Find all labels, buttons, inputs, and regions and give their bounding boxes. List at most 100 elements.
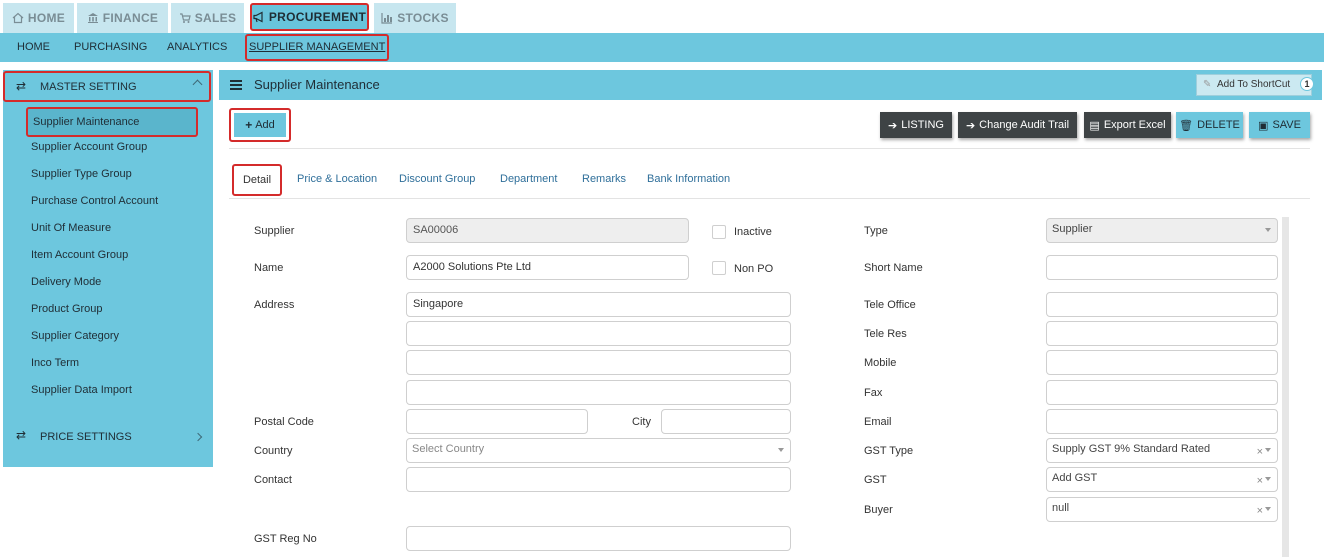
page-title: Supplier Maintenance [254,77,380,92]
country-select[interactable]: Select Country [406,438,791,463]
main-panel: Supplier Maintenance ✎ Add To ShortCut 1… [219,70,1322,557]
contact-field[interactable] [406,467,791,492]
shortcut-count-badge: 1 [1300,77,1314,91]
add-button-frame: + Add [229,108,291,142]
gst-select[interactable]: Add GST × [1046,467,1278,492]
buyer-label: Buyer [864,504,893,516]
subnav-home[interactable]: HOME [17,33,50,62]
postal-code-field[interactable] [406,409,588,434]
type-label: Type [864,225,888,237]
non-po-label: Non PO [734,263,774,275]
tab-procurement[interactable]: PROCUREMENT [250,3,369,31]
type-select[interactable]: Supplier [1046,218,1278,243]
trash-icon: 🗑 [1179,119,1194,132]
tab-remarks[interactable]: Remarks [582,173,626,185]
export-excel-button[interactable]: ▤ Export Excel [1084,112,1171,138]
address-line4-field[interactable] [406,380,791,405]
tab-procurement-label: PROCUREMENT [268,10,367,24]
address-line3-field[interactable] [406,350,791,375]
add-button[interactable]: + Add [234,113,286,137]
clear-icon[interactable]: × [1257,501,1263,521]
address-line1-field[interactable]: Singapore [406,292,791,317]
inactive-checkbox[interactable] [712,225,726,239]
sidebar-section-label: PRICE SETTINGS [40,431,132,443]
gst-value: Add GST [1052,472,1098,484]
mobile-label: Mobile [864,357,897,369]
tab-discount-group[interactable]: Discount Group [399,173,475,185]
gst-type-label: GST Type [864,445,914,457]
tab-sales[interactable]: SALES [171,3,244,33]
sidebar-section-master-setting[interactable]: ⇄ MASTER SETTING [3,71,211,102]
tab-underline [229,198,1310,199]
shortcut-label: Add To ShortCut [1217,79,1291,90]
tab-detail[interactable]: Detail [232,164,282,196]
sidebar-item-item-account-group[interactable]: Item Account Group [31,249,128,261]
tab-bank-information[interactable]: Bank Information [647,173,730,185]
sidebar-item-supplier-data-import[interactable]: Supplier Data Import [31,384,132,396]
subnav-supplier-management[interactable]: SUPPLIER MANAGEMENT [245,34,390,61]
tab-stocks[interactable]: STOCKS [374,3,456,33]
hamburger-icon[interactable] [230,80,242,90]
tab-finance[interactable]: FINANCE [77,3,168,33]
excel-file-icon: ▤ [1089,119,1100,132]
caret-down-icon [1265,507,1271,511]
bar-chart-icon [381,13,393,24]
sidebar-item-supplier-category[interactable]: Supplier Category [31,330,119,342]
sidebar-item-supplier-type-group[interactable]: Supplier Type Group [31,168,132,180]
sign-in-icon: ➔ [965,119,976,132]
mobile-field[interactable] [1046,350,1278,375]
short-name-field[interactable] [1046,255,1278,280]
sidebar-section-price-settings[interactable]: ⇄ PRICE SETTINGS [3,422,213,452]
subnav-analytics[interactable]: ANALYTICS [167,33,227,62]
city-field[interactable] [661,409,791,434]
tab-finance-label: FINANCE [102,11,159,25]
clear-icon[interactable]: × [1257,471,1263,491]
name-field[interactable]: A2000 Solutions Pte Ltd [406,255,689,280]
gst-reg-no-field[interactable] [406,526,791,551]
gst-type-value: Supply GST 9% Standard Rated [1052,443,1211,455]
email-field[interactable] [1046,409,1278,434]
fax-label: Fax [864,387,883,399]
tab-department[interactable]: Department [500,173,557,185]
delete-label: DELETE [1197,119,1240,131]
panel-header: Supplier Maintenance ✎ Add To ShortCut 1 [219,70,1322,100]
inactive-label: Inactive [734,226,772,238]
supplier-code-field[interactable]: SA00006 [406,218,689,243]
tab-home[interactable]: HOME [3,3,74,33]
tele-res-field[interactable] [1046,321,1278,346]
sidebar-item-product-group[interactable]: Product Group [31,303,103,315]
clear-icon[interactable]: × [1257,442,1263,462]
listing-button[interactable]: ➔ LISTING [880,112,952,138]
short-name-label: Short Name [864,262,923,274]
buyer-select[interactable]: null × [1046,497,1278,522]
address-line2-field[interactable] [406,321,791,346]
sidebar-item-unit-of-measure[interactable]: Unit Of Measure [31,222,111,234]
swap-icon: ⇄ [16,428,27,442]
tab-home-label: HOME [27,11,66,25]
chevron-up-icon [192,79,203,90]
subnav-purchasing[interactable]: PURCHASING [74,33,147,62]
sidebar-item-supplier-account-group[interactable]: Supplier Account Group [31,141,147,153]
country-label: Country [254,445,293,457]
sidebar-item-supplier-maintenance[interactable]: Supplier Maintenance [26,107,198,137]
fax-field[interactable] [1046,380,1278,405]
tab-sales-label: SALES [194,11,237,25]
caret-down-icon [778,448,784,452]
gst-type-select[interactable]: Supply GST 9% Standard Rated × [1046,438,1278,463]
non-po-checkbox[interactable] [712,261,726,275]
listing-label: LISTING [901,119,944,131]
sidebar-item-inco-term[interactable]: Inco Term [31,357,79,369]
vertical-scrollbar[interactable] [1282,217,1289,557]
tele-office-field[interactable] [1046,292,1278,317]
add-to-shortcut-button[interactable]: ✎ Add To ShortCut 1 [1196,74,1314,96]
email-label: Email [864,416,892,428]
sidebar-item-purchase-control-account[interactable]: Purchase Control Account [31,195,158,207]
sidebar-item-delivery-mode[interactable]: Delivery Mode [31,276,101,288]
address-label: Address [254,299,295,311]
change-audit-trail-button[interactable]: ➔ Change Audit Trail [958,112,1077,138]
caret-down-icon [1265,477,1271,481]
tab-price-location[interactable]: Price & Location [297,173,377,185]
save-button[interactable]: ▣ SAVE [1249,112,1310,138]
plus-icon: + [245,118,253,132]
delete-button[interactable]: 🗑 DELETE [1176,112,1243,138]
